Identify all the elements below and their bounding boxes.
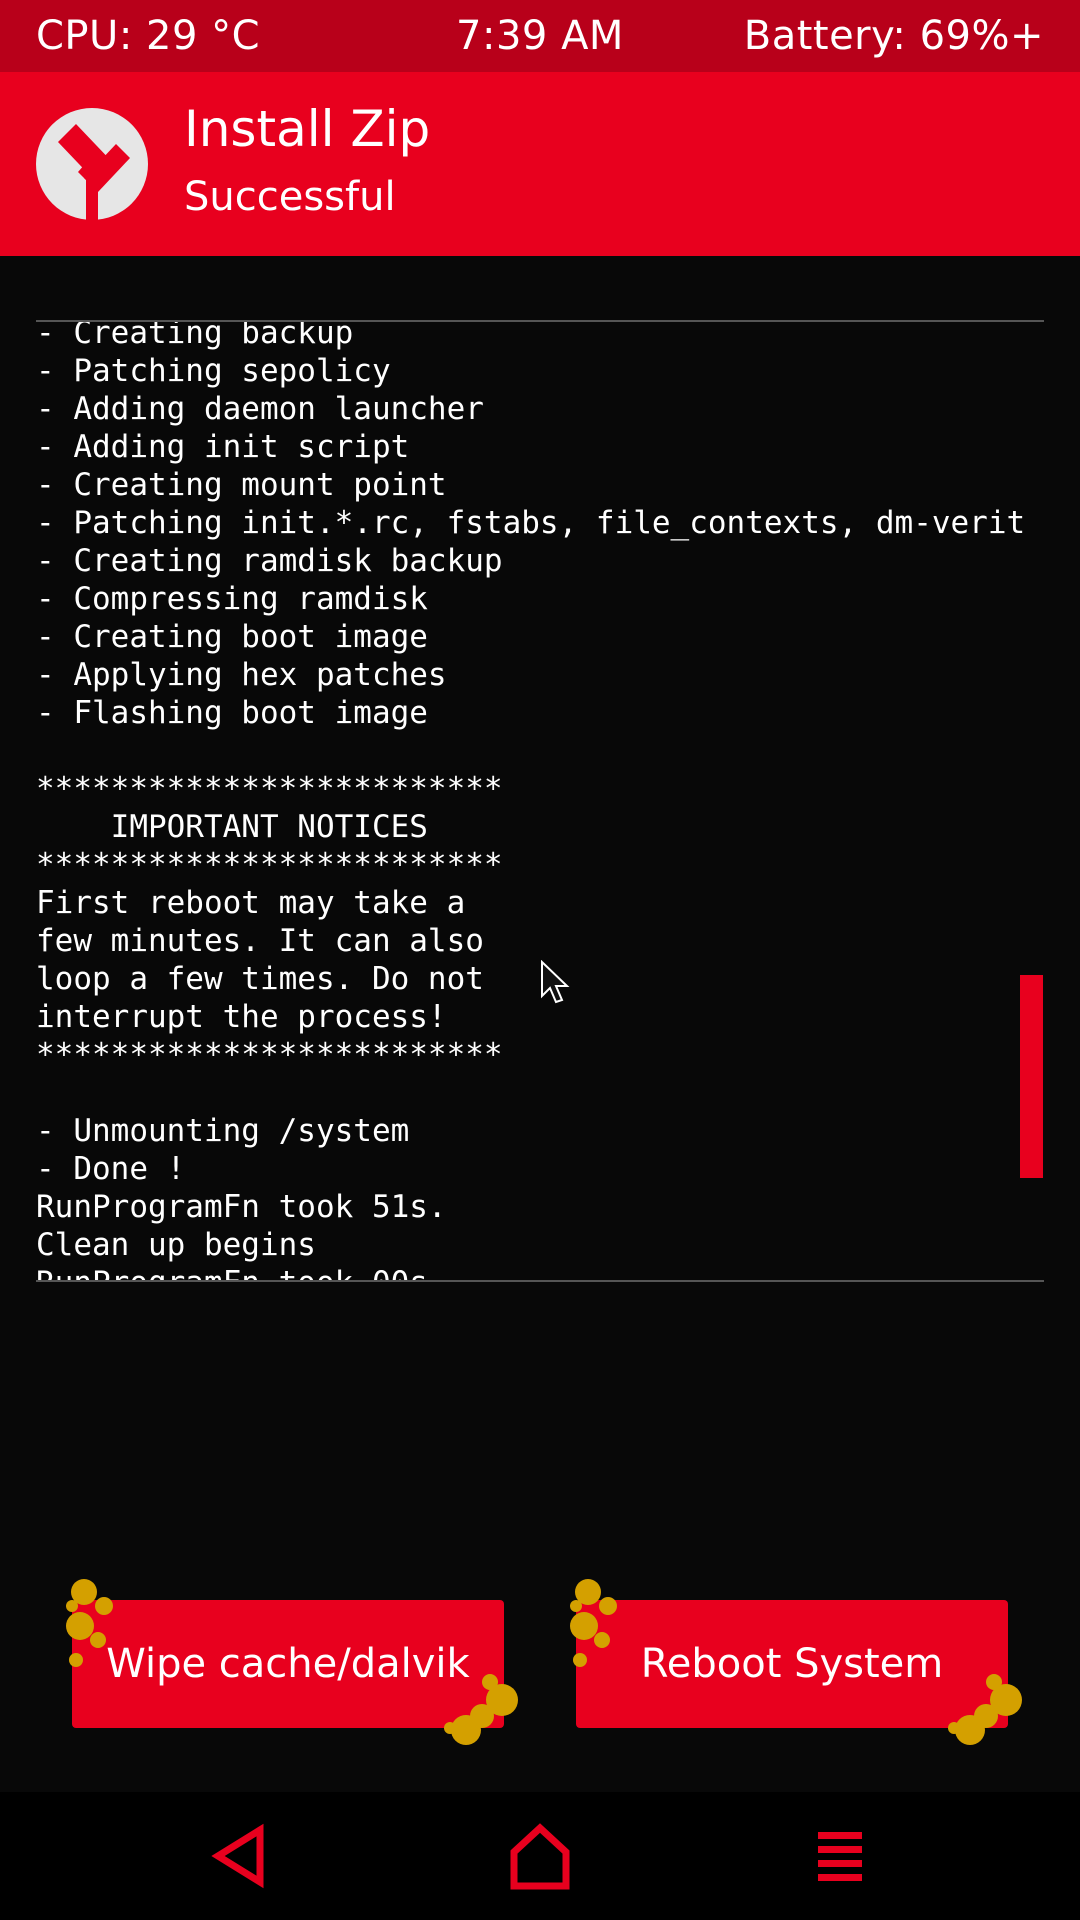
battery-level: Battery: 69%+ xyxy=(743,13,1044,59)
page-title: Install Zip xyxy=(184,100,431,158)
decoration-dots-icon xyxy=(570,1579,617,1667)
clock: 7:39 AM xyxy=(456,13,624,59)
home-icon[interactable] xyxy=(504,1820,576,1892)
console-log[interactable]: - Creating backup - Patching sepolicy - … xyxy=(36,320,1044,1282)
mouse-pointer-icon xyxy=(541,960,570,1004)
cpu-temperature: CPU: 29 °C xyxy=(36,13,261,59)
navigation-bar xyxy=(0,1792,1080,1920)
back-triangle-icon[interactable] xyxy=(206,1820,278,1892)
twrp-logo-icon xyxy=(36,108,148,220)
console-text: - Creating backup - Patching sepolicy - … xyxy=(36,320,1026,1280)
page-subtitle: Successful xyxy=(184,174,396,220)
wipe-button-label: Wipe cache/dalvik xyxy=(106,1641,470,1687)
wipe-cache-dalvik-button[interactable]: Wipe cache/dalvik xyxy=(66,1579,518,1745)
menu-icon[interactable] xyxy=(804,1820,876,1892)
reboot-system-button[interactable]: Reboot System xyxy=(570,1579,1022,1745)
reboot-button-label: Reboot System xyxy=(640,1641,944,1687)
decoration-dots-icon xyxy=(948,1674,1022,1745)
status-bar: CPU: 29 °C 7:39 AM Battery: 69%+ xyxy=(0,0,1080,72)
console-scrollbar[interactable] xyxy=(1020,975,1043,1178)
header: Install Zip Successful xyxy=(0,72,1080,256)
